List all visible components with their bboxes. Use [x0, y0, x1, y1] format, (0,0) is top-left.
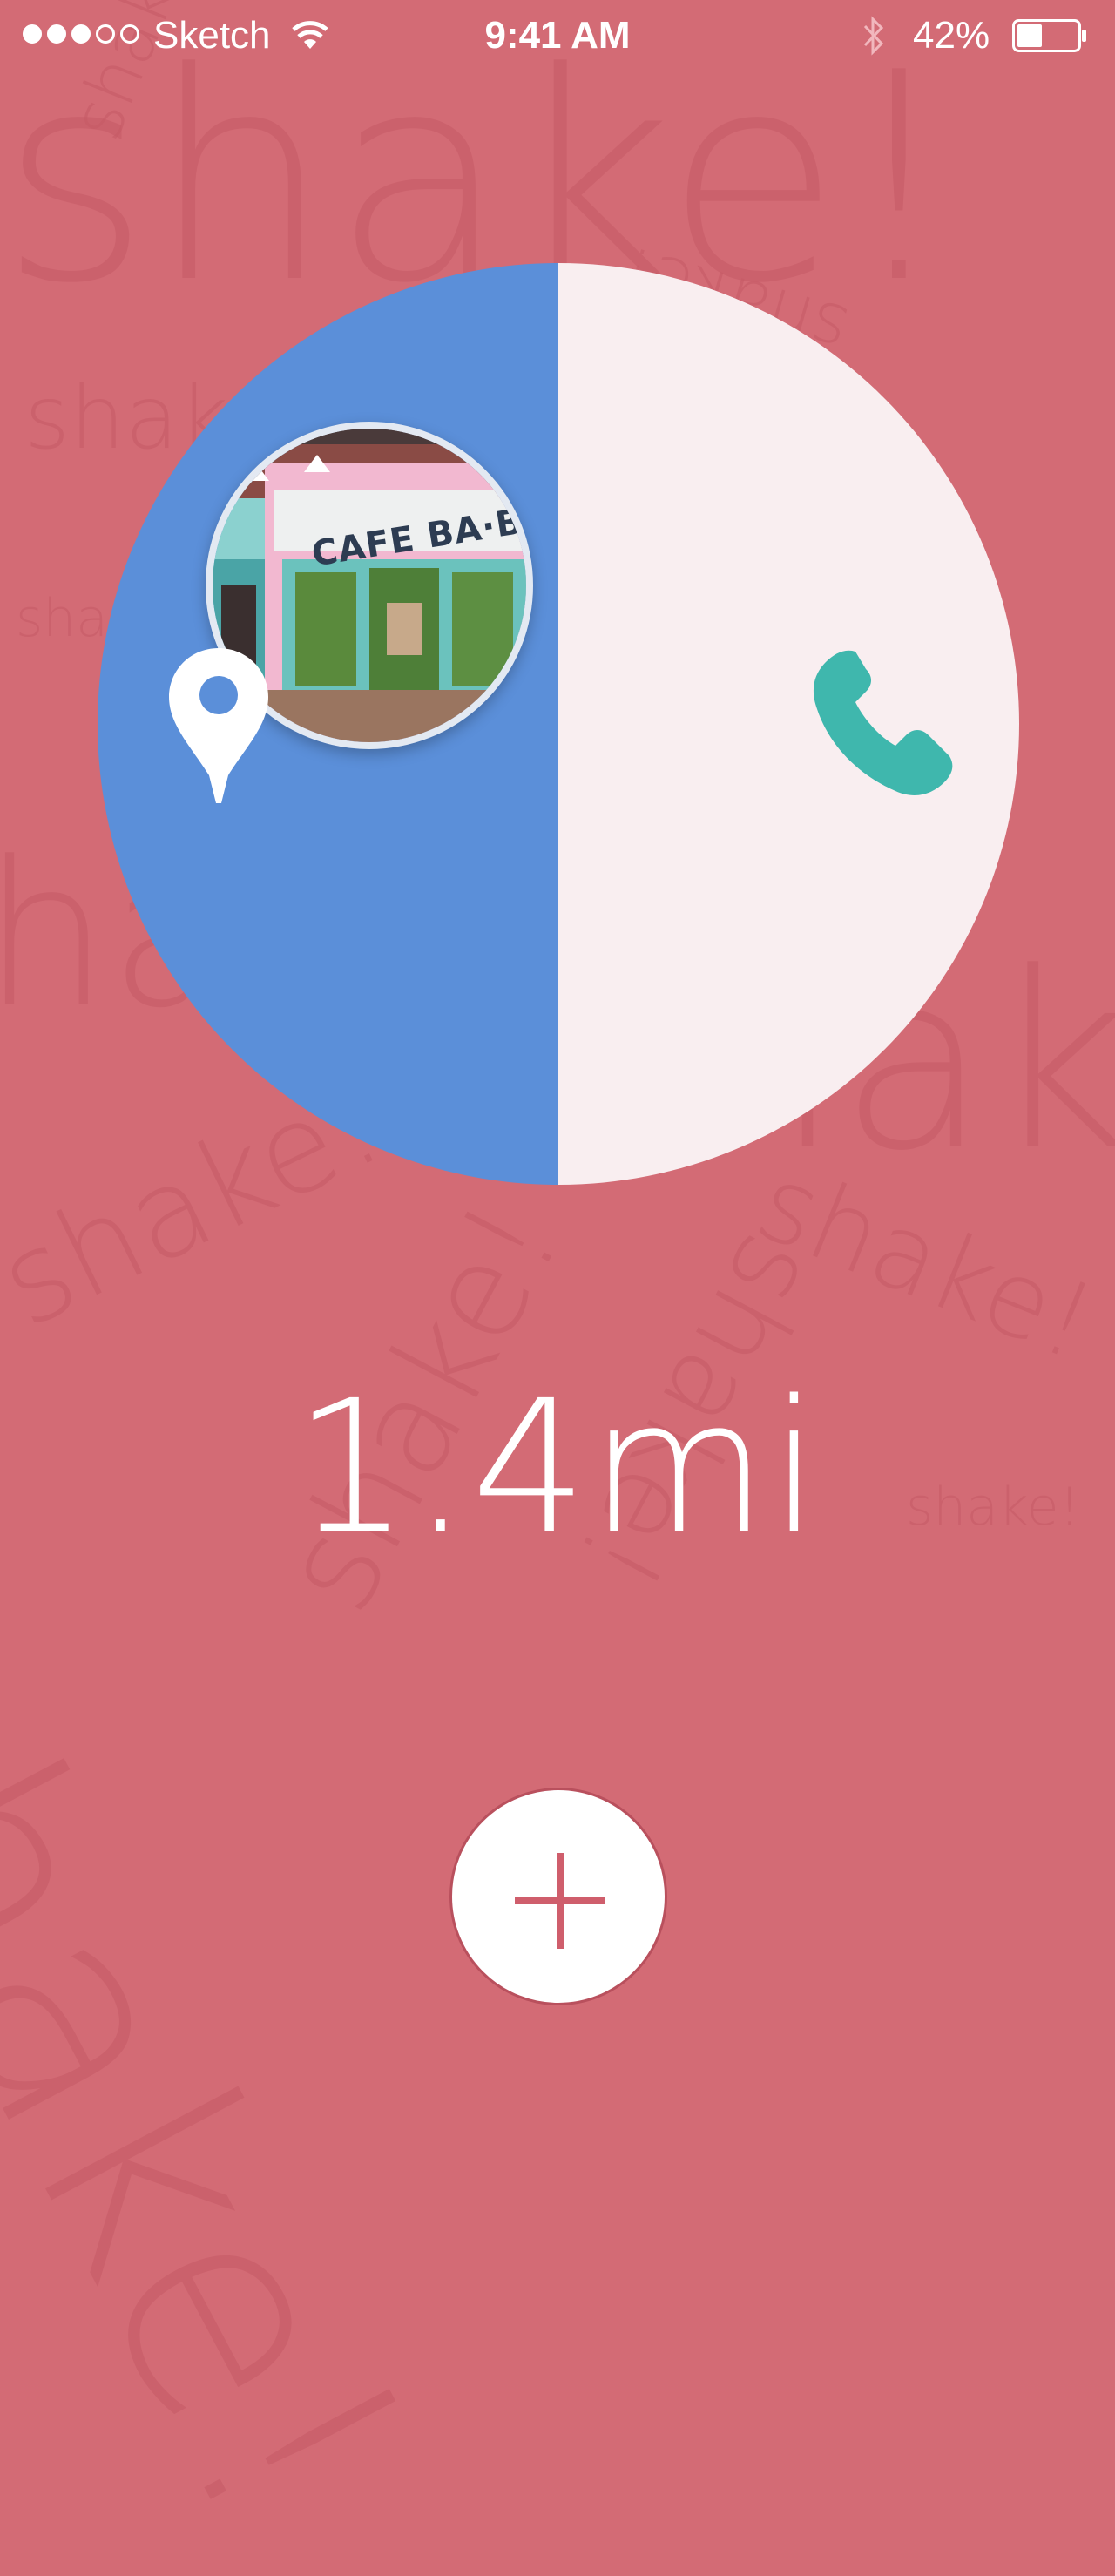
map-pin-icon[interactable] [166, 645, 272, 807]
add-button[interactable] [449, 1788, 667, 2005]
distance-readout: 1.4mi [293, 1361, 822, 1574]
background-watermark: shake! [0, 1574, 470, 2576]
battery-percentage: 42% [913, 14, 990, 57]
battery-icon [1012, 19, 1086, 52]
phone-icon[interactable] [810, 645, 958, 801]
plus-icon [558, 1853, 564, 1949]
status-bar: Sketch 9:41 AM 42% [0, 0, 1115, 70]
bluetooth-icon [863, 16, 884, 56]
